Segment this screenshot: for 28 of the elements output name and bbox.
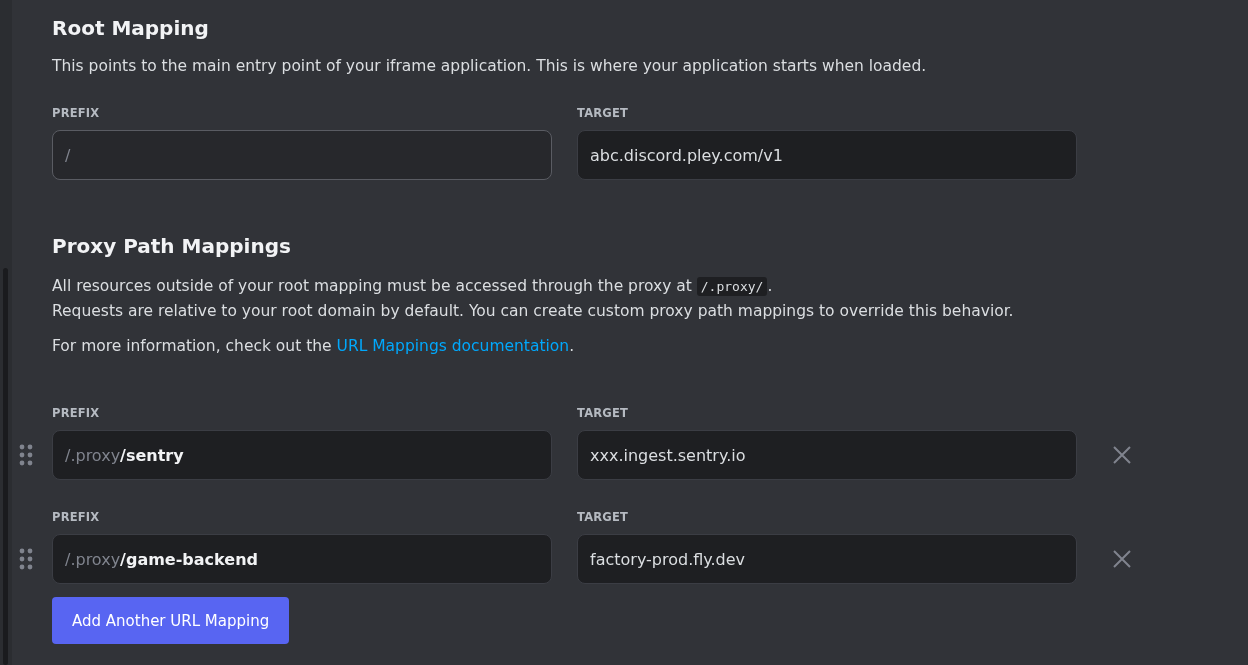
close-icon[interactable] (1112, 445, 1132, 465)
description-text: For more information, check out the URL Mappings documentation. (52, 336, 576, 357)
description-text: Requests are relative to your root domain by default. You can create custom proxy path mappings to override this behavior. (52, 301, 1015, 322)
field-label: TARGET (577, 406, 630, 420)
prefix-field[interactable]: /.proxy/game-backend (52, 534, 552, 584)
fixed-prefix-text: /.proxy (65, 445, 121, 465)
field-label: PREFIX (52, 510, 101, 524)
section-heading: Proxy Path Mappings (52, 233, 292, 260)
section-heading: Root Mapping (52, 15, 210, 42)
fixed-prefix-text: /.proxy (65, 549, 121, 569)
documentation-link[interactable]: URL Mappings documentation (336, 337, 570, 355)
description-text: This points to the main entry point of your iframe application. This is where your application starts when loaded. (52, 56, 928, 77)
target-field[interactable]: factory-prod.fly.dev (577, 534, 1077, 584)
field-label: TARGET (577, 106, 630, 120)
field-label: PREFIX (52, 106, 101, 120)
field-label: TARGET (577, 510, 630, 524)
description-text: All resources outside of your root mapping must be accessed through the proxy at /.proxy/ . (52, 276, 774, 298)
drag-handle-icon[interactable] (19, 444, 33, 466)
add-mapping-button[interactable]: Add Another URL Mapping (52, 597, 290, 644)
field-label: PREFIX (52, 406, 101, 420)
prefix-field[interactable]: /.proxy/sentry (52, 430, 552, 480)
target-field[interactable]: xxx.ingest.sentry.io (577, 430, 1077, 480)
prefix-input[interactable]: /game-backend (120, 549, 539, 569)
inline-code: /.proxy/ (696, 277, 768, 296)
target-field[interactable]: abc.discord.pley.com/v1 (577, 130, 1077, 180)
drag-handle-icon[interactable] (19, 548, 33, 570)
prefix-input[interactable]: /sentry (120, 445, 539, 465)
close-icon[interactable] (1112, 549, 1132, 569)
